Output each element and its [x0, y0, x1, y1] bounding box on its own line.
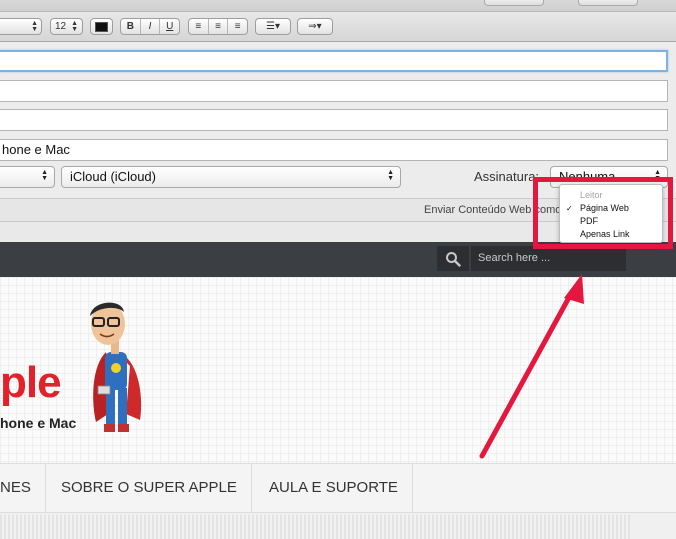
footer — [0, 513, 676, 539]
nav-item-partial[interactable]: NES — [0, 464, 46, 512]
from-account-value: iCloud (iCloud) — [70, 169, 156, 184]
nav-item-aula-suporte[interactable]: AULA E SUPORTE — [255, 464, 413, 512]
font-size-popup[interactable]: 12 ▲ ▼ — [50, 18, 83, 35]
align-center-button[interactable]: ≡ — [209, 19, 229, 34]
from-account-popup[interactable]: iCloud (iCloud) ▲ ▼ — [61, 166, 401, 188]
search-icon — [446, 251, 461, 267]
subject-field[interactable]: hone e Mac — [0, 139, 668, 161]
list-button[interactable]: ☰▾ — [255, 18, 291, 35]
titlebar-button[interactable] — [484, 0, 544, 6]
titlebar-button[interactable] — [578, 0, 638, 6]
superhero-mascot-icon — [90, 302, 142, 432]
updown-arrows-icon: ▲ ▼ — [387, 169, 394, 182]
priority-popup[interactable]: ▲ ▼ — [0, 166, 55, 188]
align-right-button[interactable]: ≡ — [228, 19, 247, 34]
format-toolbar: ▲ ▼ 12 ▲ ▼ B I U ≡ ≡ ≡ ☰▾ ⇒▾ — [0, 12, 676, 42]
cc-field[interactable] — [0, 80, 668, 102]
updown-arrows-icon: ▲ ▼ — [31, 19, 38, 33]
window-titlebar — [0, 0, 676, 12]
site-logo-subtitle: hone e Mac — [0, 415, 77, 431]
annotation-arrow-icon — [479, 274, 584, 459]
font-size-value: 12 — [55, 21, 67, 32]
highlight-box — [533, 177, 673, 249]
search-input[interactable]: Search here ... — [471, 246, 626, 271]
footer-strip — [0, 515, 630, 539]
alignment-segmented-control: ≡ ≡ ≡ — [188, 18, 248, 35]
align-left-button[interactable]: ≡ — [189, 19, 209, 34]
style-segmented-control: B I U — [120, 18, 180, 35]
updown-arrows-icon: ▲ ▼ — [71, 19, 78, 33]
font-family-popup[interactable]: ▲ ▼ — [0, 18, 42, 35]
search-button[interactable] — [437, 246, 469, 271]
text-color-button[interactable] — [90, 18, 113, 35]
indent-button[interactable]: ⇒▾ — [297, 18, 333, 35]
site-nav: NES SOBRE O SUPER APPLE AULA E SUPORTE — [0, 463, 676, 513]
underline-button[interactable]: U — [160, 19, 179, 34]
to-field[interactable] — [0, 50, 668, 72]
bold-button[interactable]: B — [121, 19, 141, 34]
color-swatch — [95, 21, 108, 32]
signature-label: Assinatura: — [474, 169, 540, 184]
site-logo-text[interactable]: ple — [0, 358, 62, 408]
italic-button[interactable]: I — [141, 19, 161, 34]
bcc-field[interactable] — [0, 109, 668, 131]
nav-item-sobre[interactable]: SOBRE O SUPER APPLE — [47, 464, 252, 512]
updown-arrows-icon: ▲ ▼ — [41, 169, 48, 182]
